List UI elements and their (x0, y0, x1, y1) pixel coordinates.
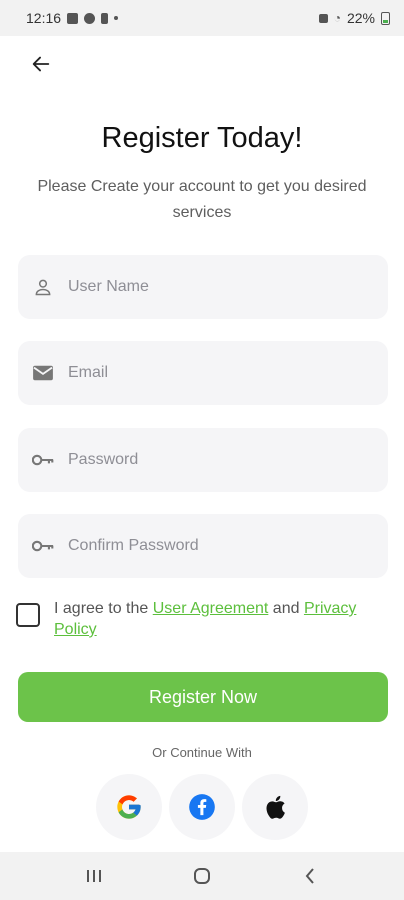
email-field[interactable] (18, 341, 388, 405)
recent-apps-icon (87, 870, 101, 882)
agree-checkbox[interactable] (16, 603, 40, 627)
status-left: 12:16 (26, 10, 119, 26)
chevron-left-icon (305, 868, 314, 884)
battery-icon (381, 11, 390, 25)
app-notification-icon (84, 12, 96, 24)
system-back-button[interactable] (290, 856, 330, 896)
system-nav-bar (0, 852, 404, 900)
facebook-login-button[interactable] (169, 774, 235, 840)
status-time: 12:16 (26, 10, 62, 26)
register-button[interactable]: Register Now (18, 672, 388, 722)
key-icon (32, 535, 54, 557)
agreement-middle: and (268, 600, 304, 617)
mail-icon (32, 362, 54, 384)
home-button[interactable] (182, 856, 222, 896)
key-icon (32, 449, 54, 471)
email-input[interactable] (68, 364, 368, 382)
agreement-prefix: I agree to the (54, 600, 153, 617)
alarm-icon (318, 13, 328, 23)
apple-login-button[interactable] (242, 774, 308, 840)
recent-apps-button[interactable] (74, 856, 114, 896)
password-field[interactable] (18, 428, 388, 492)
battery-text: 22% (346, 10, 375, 26)
username-input[interactable] (68, 278, 368, 296)
apple-icon (266, 795, 285, 819)
google-icon (117, 795, 141, 819)
gallery-notification-icon (67, 12, 79, 24)
status-bar: 12:16 ◔ 22% (0, 0, 404, 36)
arrow-left-icon (32, 56, 50, 72)
continue-with-label: Or Continue With (152, 745, 252, 760)
status-right: ◔ 22% (318, 10, 390, 26)
confirm-password-input[interactable] (68, 537, 368, 555)
wifi-icon: ◔ (333, 11, 341, 25)
back-button[interactable] (16, 42, 66, 86)
home-icon (194, 868, 210, 884)
username-field[interactable] (18, 255, 388, 319)
more-notifications-icon (114, 16, 119, 20)
confirm-password-field[interactable] (18, 514, 388, 578)
facebook-icon (189, 794, 215, 820)
usb-icon (101, 12, 109, 24)
page-title: Register Today! (101, 122, 303, 154)
password-input[interactable] (68, 451, 368, 469)
google-login-button[interactable] (96, 774, 162, 840)
user-icon (32, 276, 54, 298)
agreement-text: I agree to the User Agreement and Privac… (54, 598, 388, 640)
user-agreement-link[interactable]: User Agreement (153, 600, 269, 617)
page-subtitle: Please Create your account to get you de… (37, 178, 367, 221)
agreement-row: I agree to the User Agreement and Privac… (16, 598, 388, 640)
